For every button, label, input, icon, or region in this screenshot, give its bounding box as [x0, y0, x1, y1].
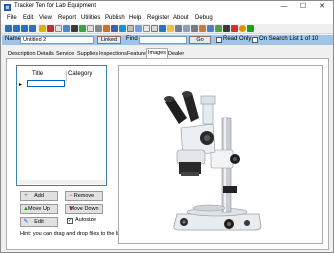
- record-position: 1 of 10: [300, 36, 319, 42]
- menu-publish[interactable]: Publish: [105, 15, 125, 21]
- first-record-icon[interactable]: [5, 25, 12, 32]
- on-search-list-label: On Search List: [259, 36, 299, 42]
- window-title: Tracker Ten for Lab Equipment: [14, 3, 97, 9]
- lookup-icon[interactable]: [151, 25, 158, 32]
- folder-icon[interactable]: [167, 25, 174, 32]
- restore-icon[interactable]: [215, 25, 222, 32]
- current-row-icon: ▸: [19, 82, 23, 88]
- print-icon[interactable]: [71, 25, 78, 32]
- move-up-button[interactable]: ▲ Move Up: [20, 204, 58, 214]
- previous-record-icon[interactable]: [13, 25, 20, 32]
- name-field[interactable]: Untitled 2: [20, 36, 94, 44]
- tab-description[interactable]: Description: [6, 49, 38, 58]
- autosize-checkbox[interactable]: ✓: [67, 218, 73, 224]
- close-record-icon[interactable]: [231, 25, 238, 32]
- minus-icon: −: [69, 193, 73, 199]
- arrow-up-icon: ▲: [23, 206, 29, 212]
- record-navigation-bar: Name Untitled 2 Linked Find Go Read Only…: [2, 35, 333, 45]
- add-button-label: Add: [34, 193, 44, 199]
- tab-service[interactable]: Service: [54, 49, 76, 58]
- read-only-checkbox[interactable]: [216, 37, 222, 43]
- read-only-label: Read Only: [223, 36, 252, 42]
- toolbar: [1, 24, 333, 34]
- list-horizontal-scrollbar[interactable]: [18, 180, 106, 184]
- checkmark-icon[interactable]: [247, 25, 254, 32]
- title-bar: Tracker Ten for Lab Equipment — ☐ ✕: [1, 1, 333, 14]
- move-down-button[interactable]: ▼ Move Down: [65, 204, 103, 214]
- list-icon[interactable]: [135, 25, 142, 32]
- copy-icon[interactable]: [55, 25, 62, 32]
- plus-icon: +: [24, 193, 28, 199]
- add-button[interactable]: + Add: [20, 191, 58, 201]
- remove-button-label: Remove: [73, 193, 95, 199]
- column-divider[interactable]: [66, 71, 67, 81]
- go-button[interactable]: Go: [189, 36, 211, 44]
- find-label: Find: [126, 36, 138, 42]
- tab-details[interactable]: Details: [35, 49, 56, 58]
- selected-row-cell[interactable]: [27, 80, 65, 87]
- menu-file[interactable]: File: [7, 15, 17, 21]
- menu-report[interactable]: Report: [58, 15, 76, 21]
- hint-text: Hint: you can drag and drop files to the…: [20, 231, 125, 237]
- last-record-icon[interactable]: [29, 25, 36, 32]
- menu-utilities[interactable]: Utilities: [81, 15, 100, 21]
- column-category-header[interactable]: Category: [68, 71, 92, 77]
- export-icon[interactable]: [79, 25, 86, 32]
- pencil-icon: ✎: [23, 219, 29, 225]
- tools-icon[interactable]: [199, 25, 206, 32]
- lock-icon[interactable]: [175, 25, 182, 32]
- menu-debug[interactable]: Debug: [195, 15, 213, 21]
- next-record-icon[interactable]: [21, 25, 28, 32]
- arrow-down-icon: ▼: [68, 206, 74, 212]
- email-icon[interactable]: [103, 25, 110, 32]
- minimize-button[interactable]: —: [277, 1, 291, 13]
- backup-icon[interactable]: [207, 25, 214, 32]
- menu-help[interactable]: Help: [129, 15, 141, 21]
- app-window: Tracker Ten for Lab Equipment — ☐ ✕ File…: [0, 0, 334, 253]
- menu-register[interactable]: Register: [147, 15, 169, 21]
- menu-bar: File Edit View Report Utilities Publish …: [1, 14, 333, 24]
- linked-button[interactable]: Linked: [97, 36, 121, 44]
- app-icon: [4, 4, 11, 11]
- close-button[interactable]: ✕: [315, 1, 329, 13]
- maximize-button[interactable]: ☐: [296, 1, 310, 13]
- on-search-list-checkbox[interactable]: [252, 37, 258, 43]
- chart-icon[interactable]: [223, 25, 230, 32]
- filter-icon[interactable]: [191, 25, 198, 32]
- calendar-icon[interactable]: [143, 25, 150, 32]
- save-icon[interactable]: [63, 25, 70, 32]
- find-input[interactable]: [139, 36, 187, 44]
- microscope-image: [164, 91, 262, 231]
- move-up-button-label: Move Up: [27, 206, 50, 212]
- edit-button[interactable]: ✎ Edit: [20, 217, 58, 227]
- image-list[interactable]: Title Category ▸: [16, 65, 107, 186]
- tab-images[interactable]: Images: [146, 48, 169, 58]
- settings-icon[interactable]: [95, 25, 102, 32]
- menu-edit[interactable]: Edit: [23, 15, 33, 21]
- calculator-icon[interactable]: [127, 25, 134, 32]
- autosize-label: Autosize: [75, 217, 97, 223]
- new-record-icon[interactable]: [39, 25, 46, 32]
- sync-icon[interactable]: [159, 25, 166, 32]
- remove-button[interactable]: − Remove: [65, 191, 103, 201]
- search-icon[interactable]: [183, 25, 190, 32]
- delete-record-icon[interactable]: [47, 25, 54, 32]
- column-title-header[interactable]: Title: [32, 71, 43, 77]
- menu-view[interactable]: View: [39, 15, 52, 21]
- report-icon[interactable]: [87, 25, 94, 32]
- cloud-icon[interactable]: [119, 25, 126, 32]
- web-icon[interactable]: [111, 25, 118, 32]
- name-label: Name: [5, 36, 22, 42]
- tab-dealer[interactable]: Dealer: [166, 49, 186, 58]
- menu-about[interactable]: About: [173, 15, 189, 21]
- image-preview[interactable]: [118, 65, 323, 244]
- help-icon[interactable]: [239, 25, 246, 32]
- edit-button-label: Edit: [34, 219, 44, 225]
